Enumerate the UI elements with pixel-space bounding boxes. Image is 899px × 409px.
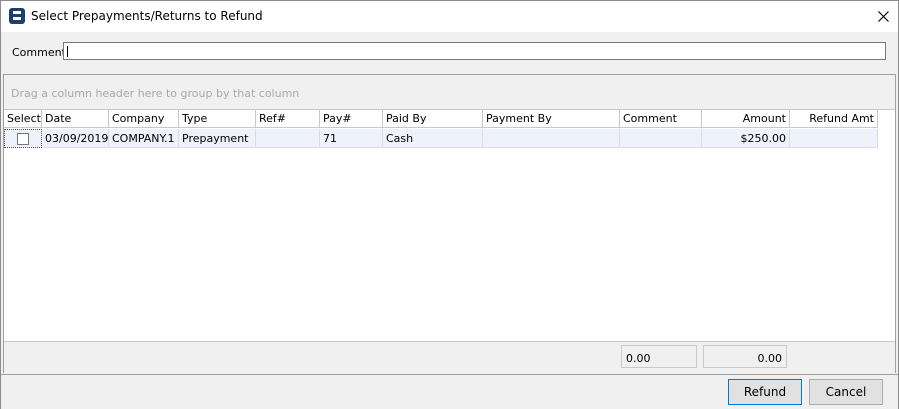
cell-comment [620,129,702,148]
column-header-comment[interactable]: Comment [620,110,702,128]
title-bar: Select Prepayments/Returns to Refund [1,1,898,32]
cell-company: COMPANY.1 [109,129,179,148]
column-header-pay[interactable]: Pay# [320,110,383,128]
dialog-window: Select Prepayments/Returns to Refund Com… [0,0,899,409]
column-header-payment-by[interactable]: Payment By [483,110,620,128]
amount-total: 0.00 [703,345,787,368]
row-select-checkbox[interactable] [17,133,29,145]
cell-paid-by: Cash [383,129,483,148]
comment-field[interactable] [63,42,886,60]
refund-button[interactable]: Refund [728,379,802,405]
cell-type: Prepayment [179,129,256,148]
refund-grid: Drag a column header here to group by th… [3,74,896,373]
column-header-company[interactable]: Company [109,110,179,128]
cancel-button[interactable]: Cancel [809,379,883,405]
app-logo-icon [9,8,25,24]
group-by-panel[interactable]: Drag a column header here to group by th… [4,75,895,110]
text-caret [67,46,68,57]
cell-date: 03/09/2019 [42,129,109,148]
column-header-select[interactable]: Select [4,110,42,128]
cell-refund-amt[interactable] [790,129,878,148]
column-header-type[interactable]: Type [179,110,256,128]
column-header-amount[interactable]: Amount [702,110,790,128]
dialog-button-bar: Refund Cancel [1,374,898,409]
cell-ref [256,129,320,148]
comment-total: 0.00 [621,345,697,368]
cell-amount: $250.00 [702,129,790,148]
column-header-date[interactable]: Date [42,110,109,128]
cell-payment-by [483,129,620,148]
window-title: Select Prepayments/Returns to Refund [31,9,263,23]
column-header-ref[interactable]: Ref# [256,110,320,128]
group-by-hint: Drag a column header here to group by th… [11,87,300,100]
column-header-refund-amt[interactable]: Refund Amt [790,110,878,128]
close-icon[interactable] [868,1,898,32]
column-header-paid-by[interactable]: Paid By [383,110,483,128]
table-row-select-cell[interactable] [4,129,42,148]
comment-label: Comment [12,46,66,59]
grid-footer: 0.00 0.00 [4,341,895,373]
cell-pay: 71 [320,129,383,148]
